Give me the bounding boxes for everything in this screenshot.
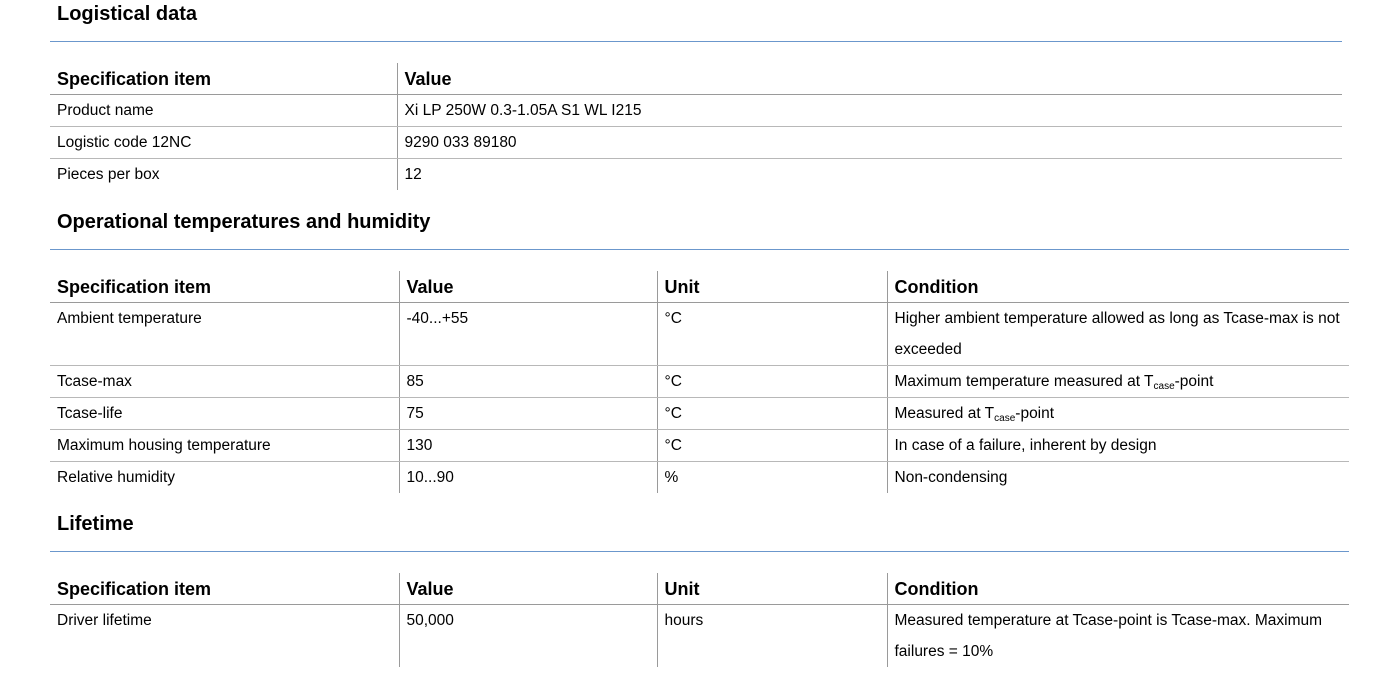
header-condition: Condition <box>886 573 1349 605</box>
header-unit: Unit <box>656 271 887 303</box>
cell-spec-item: Relative humidity <box>57 469 176 486</box>
cell-value: 130 <box>398 429 657 462</box>
lifetime-title: Lifetime <box>57 513 134 535</box>
cell-value: 75 <box>398 397 657 430</box>
cell-spec-item: Maximum housing temperature <box>50 429 399 462</box>
condition-text: Maximum temperature measured at T <box>894 373 1154 390</box>
condition-text: Measured at T <box>894 405 995 422</box>
cell-unit: % <box>656 461 887 493</box>
table-row: Tcase-max 85 °C Maximum temperature measure… <box>50 365 1349 398</box>
table-header-row: Specification item Value Unit Condition <box>50 271 1349 303</box>
cell-unit: °C <box>656 302 887 366</box>
cell-spec-item: Product name <box>50 94 397 127</box>
cell-spec-item: Pieces per box <box>57 166 160 183</box>
header-value: Value <box>398 573 657 605</box>
cell-value: 9290 033 89180 <box>396 126 1342 159</box>
cell-unit: °C <box>656 397 887 430</box>
cell-condition: In case of a failure, inherent by design <box>886 429 1349 462</box>
cell-condition: Measured temperature at Tcase-point is T… <box>886 604 1349 667</box>
cell-spec-item: Tcase-max <box>50 365 399 398</box>
operational-temperatures-title: Operational temperatures and humidity <box>57 211 431 233</box>
cell-spec-item: Tcase-life <box>50 397 399 430</box>
cell-value: 85 <box>398 365 657 398</box>
condition-text-suffix: -point <box>1174 373 1214 390</box>
cell-unit: °C <box>656 365 887 398</box>
header-spec-item: Specification item <box>50 63 397 95</box>
lifetime-table: Specification item Value Unit Condition Dri… <box>50 573 1349 667</box>
cell-value: Xi LP 250W 0.3-1.05A S1 WL I215 <box>396 94 1342 127</box>
logistical-data-divider <box>50 41 1342 42</box>
cell-condition: Higher ambient temperature allowed as lo… <box>886 302 1349 366</box>
cell-spec-item: Driver lifetime <box>57 612 152 629</box>
subscript-case: case <box>994 413 1016 424</box>
header-spec-item: Specification item <box>50 271 399 303</box>
cell-condition: Maximum temperature measured at Tcase-po… <box>886 365 1349 398</box>
cell-value: -40...+55 <box>398 302 657 366</box>
cell-spec-item: Logistic code 12NC <box>50 126 397 159</box>
cell-spec-item: Ambient temperature <box>50 302 399 366</box>
table-row: Logistic code 12NC 9290 033 89180 <box>50 126 1342 159</box>
cell-value: 50,000 <box>398 604 657 667</box>
table-row: Driver lifetime 50,000 hours Measured tempe… <box>50 604 1349 667</box>
table-row: Relative humidity 10...90% Non-condensing <box>50 461 1349 493</box>
logistical-data-table: Specification item Value Product name Xi L… <box>50 63 1342 190</box>
table-row: Ambient temperature -40...+55 °C Higher amb… <box>50 302 1349 366</box>
table-header-row: Specification item Value Unit Condition <box>50 573 1349 605</box>
table-row: Product name Xi LP 250W 0.3-1.05A S1 WL I… <box>50 94 1342 127</box>
table-row: Maximum housing temperature 130 °C In case … <box>50 429 1349 462</box>
table-row: Pieces per box 12 <box>50 158 1342 190</box>
condition-text-suffix: -point <box>1015 405 1055 422</box>
cell-condition: Measured at Tcase-point <box>886 397 1349 430</box>
header-condition: Condition <box>886 271 1349 303</box>
header-value: Value <box>396 63 1342 95</box>
table-header-row: Specification item Value <box>50 63 1342 95</box>
cell-value: 10...90 <box>398 461 657 493</box>
cell-unit: hours <box>656 604 887 667</box>
header-value: Value <box>398 271 657 303</box>
subscript-case: case <box>1153 381 1175 392</box>
header-unit: Unit <box>656 573 887 605</box>
header-spec-item: Specification item <box>50 573 399 605</box>
table-row: Tcase-life 75 °C Measured at Tcase-point <box>50 397 1349 430</box>
operational-temperatures-divider <box>50 249 1349 250</box>
lifetime-divider <box>50 551 1349 552</box>
cell-value: 12 <box>396 158 1342 190</box>
logistical-data-title: Logistical data <box>57 3 198 25</box>
operational-temperatures-table: Specification item Value Unit Condition Amb… <box>50 271 1349 493</box>
cell-unit: °C <box>656 429 887 462</box>
cell-condition: Non-condensing <box>886 461 1349 493</box>
